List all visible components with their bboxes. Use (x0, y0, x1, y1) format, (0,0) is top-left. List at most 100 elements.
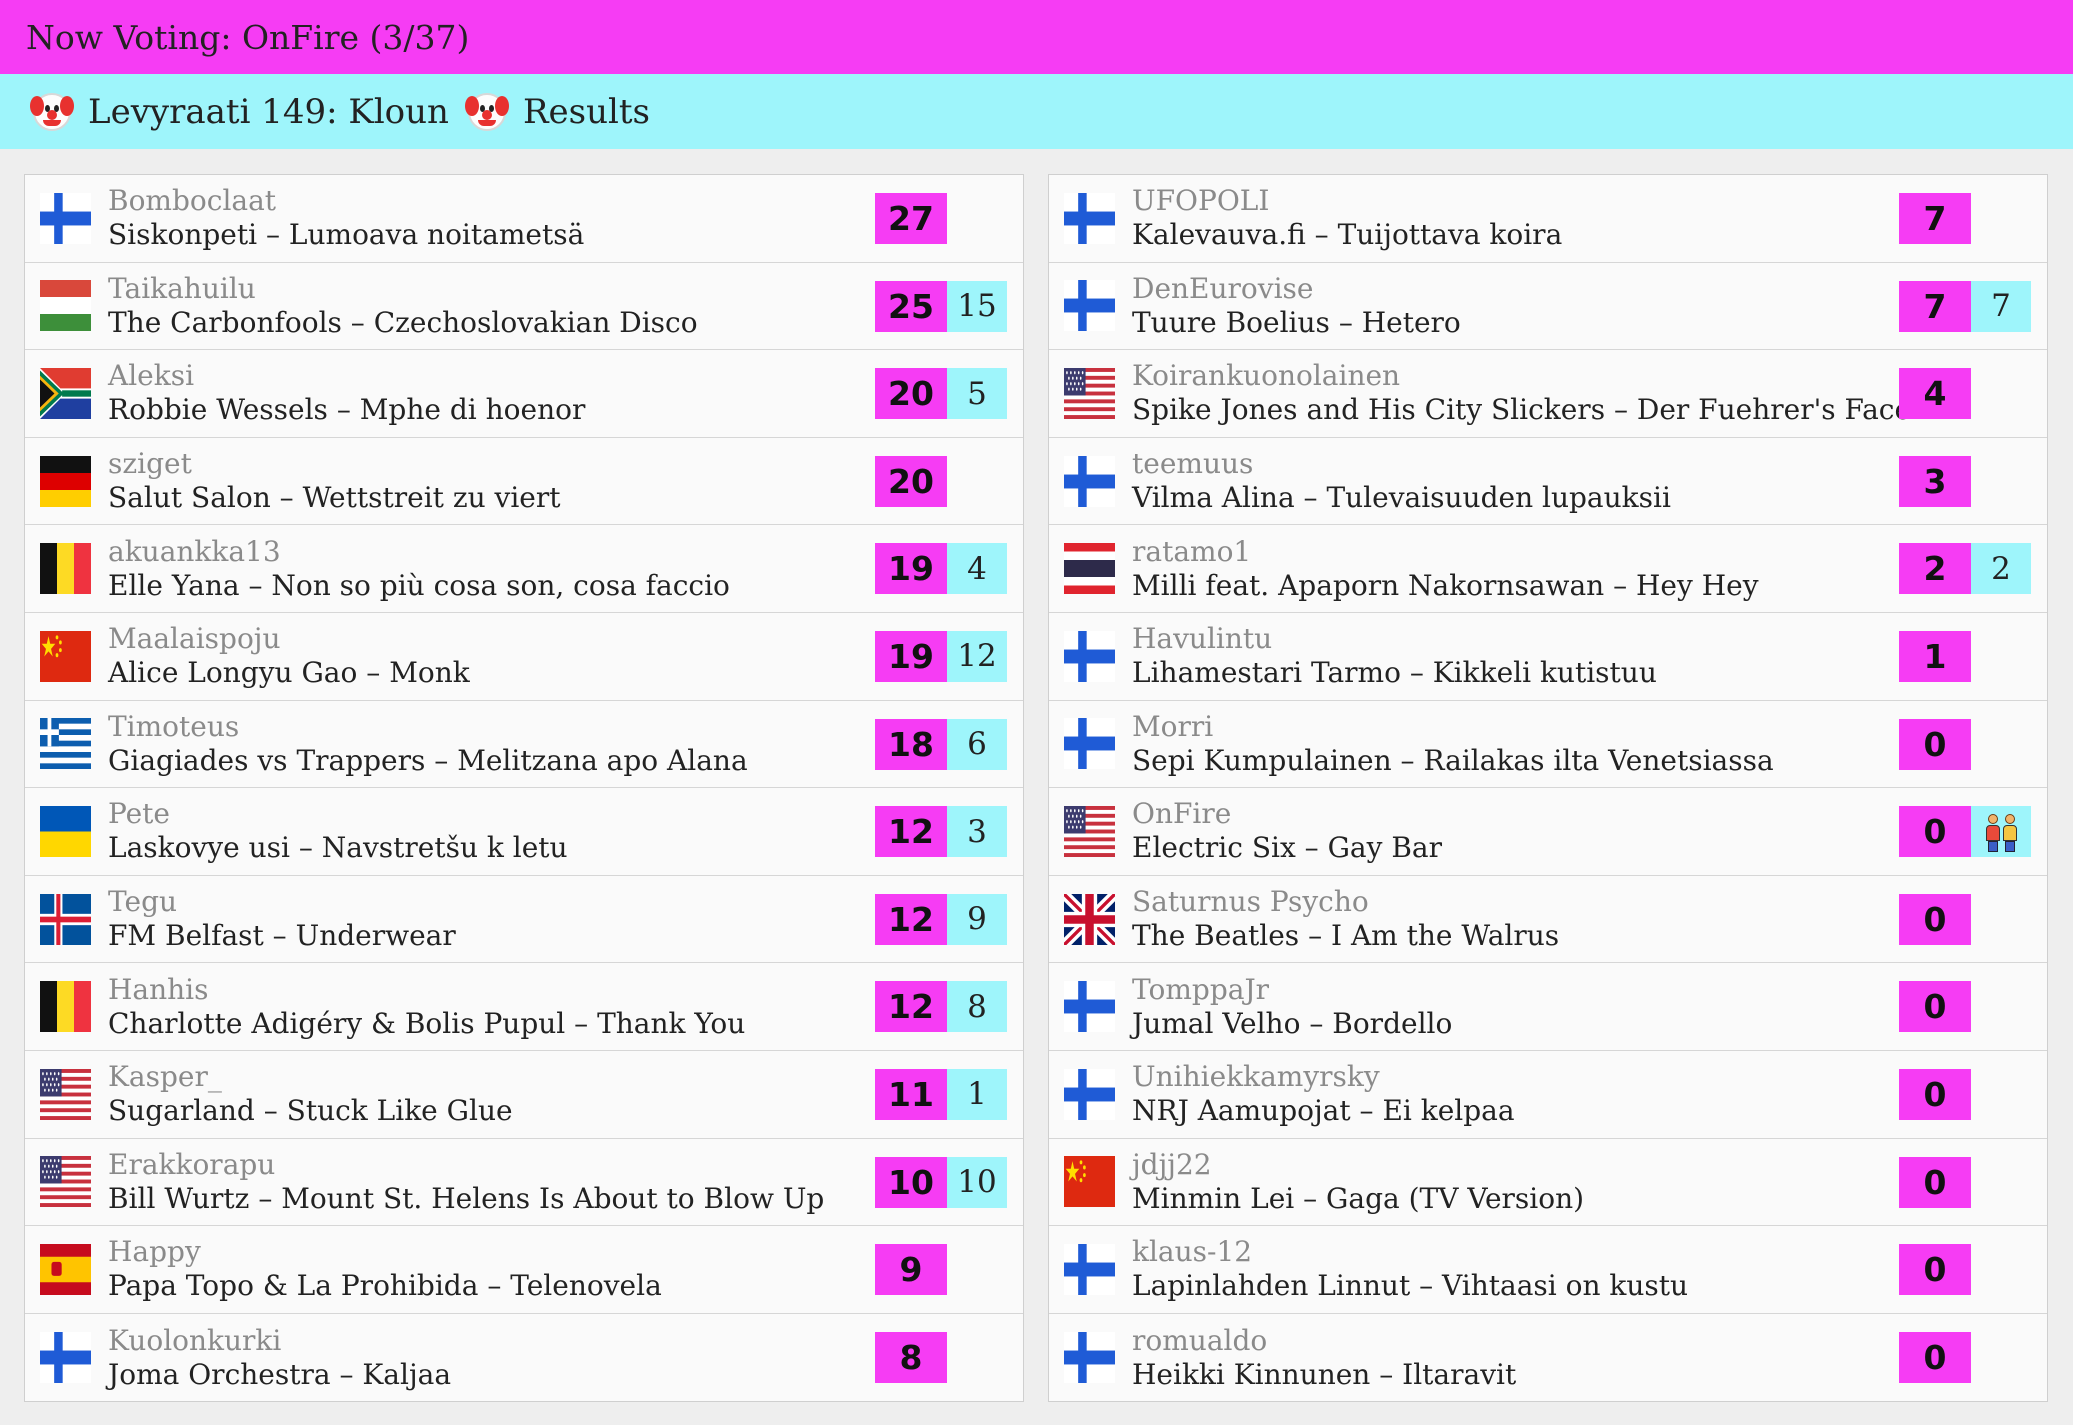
score-boxes: 22 (1899, 543, 2031, 595)
flag-cn-icon (40, 630, 91, 682)
separator: – (1370, 1357, 1403, 1391)
given-points-badge: 6 (947, 718, 1007, 770)
points-badge: 7 (1899, 280, 1971, 332)
separator: – (565, 1006, 598, 1040)
score-boxes: 12 3 (875, 806, 1007, 858)
artist-name: Sugarland (108, 1094, 255, 1128)
given-points-badge: 3 (947, 806, 1007, 858)
song-title: Kaljaa (362, 1357, 452, 1391)
result-row: Pete Laskovye usi – Navstretšu k letu 12 3 (25, 788, 1023, 876)
song-title: Vihtaasi on kustu (1442, 1269, 1689, 1303)
score-boxes: 25 15 (875, 280, 1007, 332)
score-boxes: 77 (1899, 280, 2031, 332)
score-boxes: 4 (1899, 368, 2031, 420)
now-voting-bar: Now Voting: OnFire (3/37) (0, 0, 2073, 74)
flag-fi-icon (1064, 1243, 1115, 1295)
artist-name: Milli feat. Apaporn Nakornsawan (1132, 568, 1605, 602)
given-points-badge: 2 (1971, 543, 2031, 595)
result-row: teemuus Vilma Alina – Tulevaisuuden lupau… (1049, 438, 2047, 526)
flag-us-icon (40, 1156, 91, 1208)
separator: – (341, 305, 374, 339)
separator: – (1294, 1181, 1327, 1215)
separator: – (357, 656, 390, 690)
flag-fi-icon (40, 1332, 91, 1384)
song-title: Kikkeli kutistuu (1432, 656, 1657, 690)
result-row: Morri Sepi Kumpulainen – Railakas ilta Ve… (1049, 701, 2047, 789)
score-boxes: 0 (1899, 893, 2031, 945)
results-column-right: UFOPOLI Kalevauva.fi – Tuijottava koira 7 D… (1048, 174, 2048, 1403)
points-badge: 12 (875, 893, 947, 945)
result-row: Aleksi Robbie Wessels – Mphe di hoenor 20 5 (25, 350, 1023, 438)
artist-name: The Carbonfools (108, 305, 342, 339)
result-row: ratamo1 Milli feat. Apaporn Nakornsawan –… (1049, 525, 2047, 613)
score-boxes: 0 (1899, 1331, 2031, 1383)
points-badge: 20 (875, 368, 947, 420)
score-boxes: 0 (1899, 806, 2031, 858)
result-row: Erakkorapu Bill Wurtz – Mount St. Helens … (25, 1139, 1023, 1227)
given-points-empty (947, 193, 1007, 244)
artist-name: Siskonpeti (108, 218, 258, 252)
flag-es-icon (40, 1243, 91, 1295)
points-badge: 0 (1899, 893, 1971, 945)
score-boxes: 0 (1899, 718, 2031, 770)
flag-be-icon (40, 981, 91, 1033)
given-points-badge: 10 (947, 1156, 1007, 1208)
result-row: Havulintu Lihamestari Tarmo – Kikkeli kut… (1049, 613, 2047, 701)
round-title: Levyraati 149: Kloun (88, 91, 449, 132)
song-title: Gaga (TV Version) (1326, 1181, 1585, 1215)
artist-name: Laskovye usi (108, 831, 290, 865)
song-title: Thank You (597, 1006, 746, 1040)
separator: – (1410, 1269, 1443, 1303)
given-points-empty (1971, 368, 2031, 419)
points-badge: 10 (875, 1156, 947, 1208)
score-boxes: 20 5 (875, 368, 1007, 420)
flag-hu-icon (40, 280, 91, 332)
result-row: jdjj22 Minmin Lei – Gaga (TV Version) 0 (1049, 1139, 2047, 1227)
score-boxes: 18 6 (875, 718, 1007, 770)
given-points-badge: 15 (947, 280, 1007, 332)
flag-fi-icon (1064, 1332, 1115, 1384)
result-row: DenEurovise Tuure Boelius – Hetero 7 7 (1049, 263, 2047, 351)
score-boxes: 0 (1899, 981, 2031, 1033)
given-points-empty (1971, 1332, 2031, 1383)
separator: – (1605, 393, 1637, 427)
song-title: Telenovela (510, 1269, 662, 1303)
points-badge: 19 (875, 630, 947, 682)
given-points-badge: 12 (947, 630, 1007, 682)
artist-name: Spike Jones and His City Slickers (1132, 393, 1606, 427)
artist-name: Papa Topo & La Prohibida (108, 1269, 479, 1303)
artist-name: Joma Orchestra (108, 1357, 331, 1391)
results-column-left: Bomboclaat Siskonpeti – Lumoava noitamets… (24, 174, 1024, 1403)
score-boxes: 7 (1899, 193, 2031, 244)
song-title: Tuijottava koira (1337, 218, 1563, 252)
score-boxes: 27 (875, 193, 1007, 244)
song-title: I Am the Walrus (1330, 919, 1560, 953)
given-points-empty (1971, 193, 2031, 244)
points-badge: 2 (1899, 543, 1971, 595)
flag-us-icon (1064, 805, 1115, 857)
song-title: Der Fuehrer's Face (1636, 393, 1912, 427)
artist-name: Kalevauva.fi (1132, 218, 1306, 252)
artist-name: Tuure Boelius (1132, 305, 1330, 339)
artist-name: Vilma Alina (1132, 481, 1295, 515)
points-badge: 12 (875, 981, 947, 1033)
flag-fi-icon (1064, 192, 1115, 244)
flag-gr-icon (40, 718, 91, 770)
separator: – (1299, 919, 1331, 953)
points-badge: 0 (1899, 981, 1971, 1033)
flag-gb-icon (1064, 893, 1115, 945)
song-title: Melitzana apo Alana (457, 743, 748, 777)
given-points-badge: 9 (947, 893, 1007, 945)
artist-name: Robbie Wessels (108, 393, 328, 427)
song-title: Czechoslovakian Disco (373, 305, 698, 339)
artist-name: FM Belfast (108, 919, 264, 953)
song-title: Tulevaisuuden lupauksii (1326, 481, 1671, 515)
song-title: Lumoava noitametsä (288, 218, 585, 252)
separator: – (1604, 568, 1637, 602)
artist-name: Bill Wurtz (108, 1181, 250, 1215)
score-boxes: 0 (1899, 1068, 2031, 1120)
flag-fi-icon (40, 192, 91, 244)
result-row: Koirankuonolainen Spike Jones and His Cit… (1049, 350, 2047, 438)
flag-fi-icon (1064, 1068, 1115, 1120)
score-boxes: 8 (875, 1331, 1007, 1383)
